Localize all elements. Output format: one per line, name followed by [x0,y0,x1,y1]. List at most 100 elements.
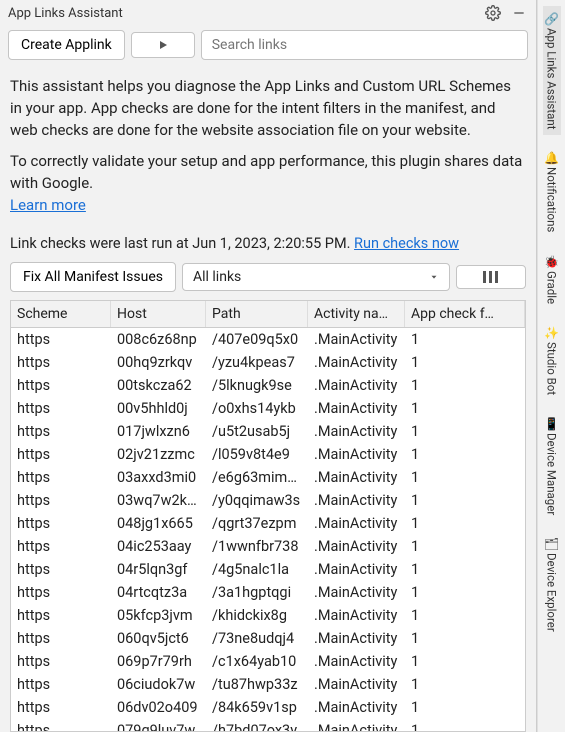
cell-scheme: https [11,466,111,489]
learn-more-link[interactable]: Learn more [10,196,86,214]
search-input[interactable] [201,30,528,60]
run-checks-link[interactable]: Run checks now [354,235,459,252]
cell-host: 060qv5jct6 [111,627,206,650]
cell-path: /l059v8t4e9 [206,443,308,466]
table-row[interactable]: https03axxd3mi0/e6g63mim….MainActivity1 [11,466,525,489]
sidebar-item-device-explorer[interactable]: 🗂 Device Explorer [543,531,561,638]
table-row[interactable]: https00tskcza62/5lknugk9se.MainActivity1 [11,374,525,397]
table-row[interactable]: https079g9luv7w/h7bd07ox3y.MainActivity1 [11,719,525,732]
table-row[interactable]: https060qv5jct6/73ne8udqj4.MainActivity1 [11,627,525,650]
cell-check: 1 [405,466,525,489]
cell-check: 1 [405,581,525,604]
cell-path: /4g5nalc1la [206,558,308,581]
cell-scheme: https [11,512,111,535]
chevron-down-icon [429,272,439,282]
gradle-icon: 🐞 [545,255,559,269]
cell-scheme: https [11,443,111,466]
run-button[interactable] [131,32,195,58]
cell-check: 1 [405,489,525,512]
cell-activity: .MainActivity [308,443,405,466]
description-paragraph-2: To correctly validate your setup and app… [10,152,522,192]
table-row[interactable]: https04r5lqn3gf/4g5nalc1la.MainActivity1 [11,558,525,581]
cell-scheme: https [11,650,111,673]
cell-activity: .MainActivity [308,673,405,696]
last-run-text: Link checks were last run at Jun 1, 2023… [10,235,354,252]
cell-path: /1wwnfbr738 [206,535,308,558]
table-body[interactable]: https008c6z68np/407e09q5x0.MainActivity1… [11,328,525,732]
table-row[interactable]: https04ic253aay/1wwnfbr738.MainActivity1 [11,535,525,558]
cell-scheme: https [11,581,111,604]
sidebar-item-device-manager[interactable]: 📱Device Manager [543,411,561,521]
col-header-activity[interactable]: Activity name [308,301,405,327]
play-icon [157,39,169,51]
studio-bot-icon: ✨ [545,326,559,340]
cell-scheme: https [11,374,111,397]
links-table: Scheme Host Path Activity name App check… [10,300,526,732]
sidebar-item-gradle[interactable]: 🐞Gradle [543,249,561,310]
col-header-scheme[interactable]: Scheme [11,301,111,327]
cell-path: /3a1hgptqgi [206,581,308,604]
col-header-host[interactable]: Host [111,301,206,327]
table-row[interactable]: https06dv02o409/84k659v1sp.MainActivity1 [11,696,525,719]
toolbar: Create Applink [0,24,536,66]
table-row[interactable]: https00hq9zrkqv/yzu4kpeas7.MainActivity1 [11,351,525,374]
sidebar-item-studio-bot[interactable]: ✨Studio Bot [543,320,561,401]
cell-host: 00hq9zrkqv [111,351,206,374]
cell-activity: .MainActivity [308,581,405,604]
cell-scheme: https [11,604,111,627]
cell-host: 02jv21zzmc [111,443,206,466]
sidebar-item-notifications[interactable]: 🔔Notifications [543,145,561,238]
col-header-check[interactable]: App check f… [405,301,525,327]
cell-scheme: https [11,489,111,512]
table-row[interactable]: https04rtcqtz3a/3a1hgptqgi.MainActivity1 [11,581,525,604]
table-row[interactable]: https069p7r79rh/c1x64yab10.MainActivity1 [11,650,525,673]
cell-activity: .MainActivity [308,374,405,397]
sidebar-item-label: Device Explorer [545,553,559,632]
table-row[interactable]: https008c6z68np/407e09q5x0.MainActivity1 [11,328,525,351]
device-explorer-icon: 🗂 [545,537,559,551]
cell-check: 1 [405,604,525,627]
notifications-icon: 🔔 [545,151,559,165]
filter-select[interactable]: All links [182,263,450,291]
cell-check: 1 [405,558,525,581]
sidebar-item-label: App Links Assistant [545,28,559,129]
cell-path: /o0xhs14ykb [206,397,308,420]
create-applink-button[interactable]: Create Applink [8,30,125,60]
cell-path: /qgrt37ezpm [206,512,308,535]
cell-path: /yzu4kpeas7 [206,351,308,374]
panel-titlebar: App Links Assistant [0,0,536,24]
table-row[interactable]: https02jv21zzmc/l059v8t4e9.MainActivity1 [11,443,525,466]
cell-activity: .MainActivity [308,328,405,351]
cell-activity: .MainActivity [308,489,405,512]
cell-check: 1 [405,351,525,374]
table-row[interactable]: https017jwlxzn6/u5t2usab5j.MainActivity1 [11,420,525,443]
cell-activity: .MainActivity [308,466,405,489]
cell-check: 1 [405,443,525,466]
table-row[interactable]: https00v5hhld0j/o0xhs14ykb.MainActivity1 [11,397,525,420]
sidebar-item-app-links-assistant[interactable]: 🔗App Links Assistant [543,6,561,135]
cell-host: 04rtcqtz3a [111,581,206,604]
cell-host: 008c6z68np [111,328,206,351]
cell-check: 1 [405,650,525,673]
cell-host: 00v5hhld0j [111,397,206,420]
cell-scheme: https [11,351,111,374]
table-row[interactable]: https03wq7w2kbu/y0qqimaw3s.MainActivity1 [11,489,525,512]
cell-activity: .MainActivity [308,627,405,650]
cell-host: 06ciudok7w [111,673,206,696]
table-row[interactable]: https06ciudok7w/tu87hwp33z.MainActivity1 [11,673,525,696]
gear-icon[interactable] [484,4,502,22]
col-header-path[interactable]: Path [206,301,308,327]
table-row[interactable]: https05kfcp3jvm/khidckix8g.MainActivity1 [11,604,525,627]
table-row[interactable]: https048jg1x665/qgrt37ezpm.MainActivity1 [11,512,525,535]
filter-value: All links [193,269,241,285]
minimize-icon[interactable] [510,4,528,22]
cell-path: /h7bd07ox3y [206,719,308,732]
cell-host: 00tskcza62 [111,374,206,397]
cell-check: 1 [405,328,525,351]
cell-check: 1 [405,374,525,397]
cell-path: /khidckix8g [206,604,308,627]
columns-button[interactable] [456,265,526,289]
controls-row: Fix All Manifest Issues All links [0,258,536,296]
fix-manifest-button[interactable]: Fix All Manifest Issues [10,262,176,292]
panel-title: App Links Assistant [8,6,484,21]
